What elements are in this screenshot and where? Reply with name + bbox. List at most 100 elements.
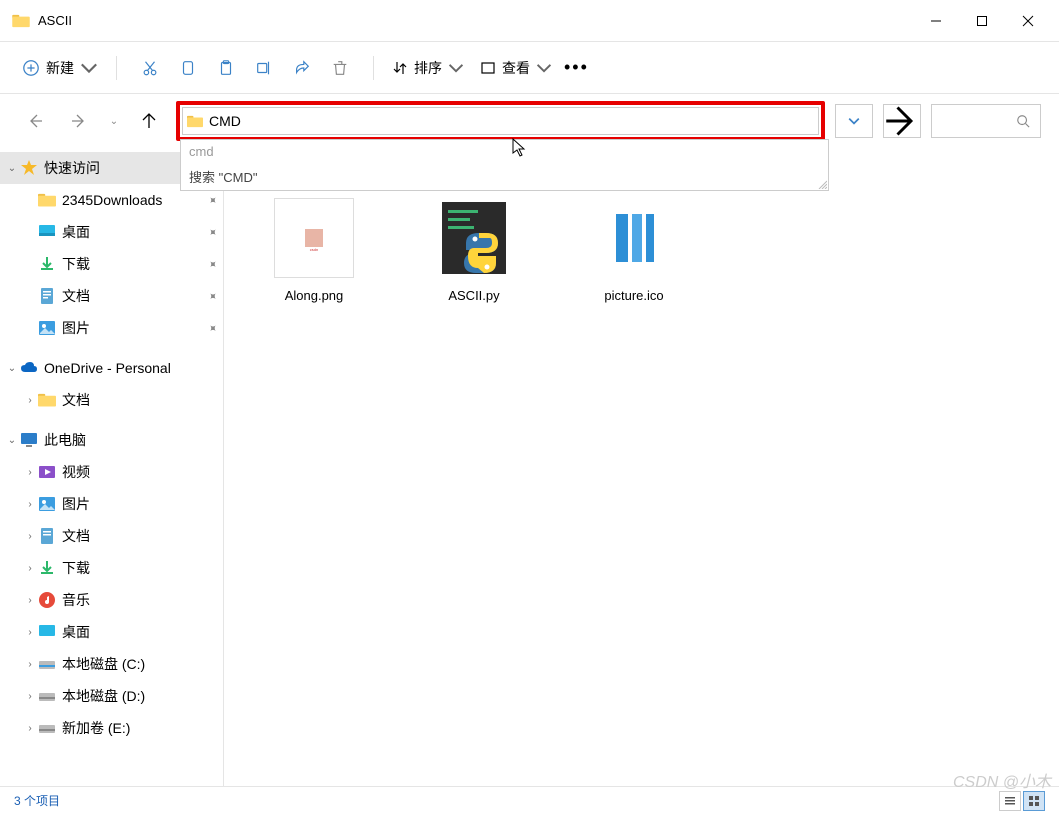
caret-right-icon: › bbox=[22, 499, 38, 510]
divider bbox=[116, 56, 117, 80]
tree-label: 图片 bbox=[62, 318, 208, 338]
tree-label: 文档 bbox=[62, 526, 217, 546]
details-view-button[interactable] bbox=[999, 791, 1021, 811]
address-dropdown-button[interactable] bbox=[835, 104, 873, 138]
history-dropdown[interactable]: ⌄ bbox=[106, 116, 122, 127]
copy-button[interactable] bbox=[169, 49, 207, 87]
tree-label: 图片 bbox=[62, 494, 217, 514]
sidebar-pc-pictures[interactable]: › 图片 bbox=[0, 488, 223, 520]
sidebar-videos[interactable]: › 视频 bbox=[0, 456, 223, 488]
caret-right-icon: › bbox=[22, 563, 38, 574]
clipboard-icon bbox=[217, 59, 235, 77]
tree-label: 桌面 bbox=[62, 622, 217, 642]
share-icon bbox=[293, 59, 311, 77]
window-title: ASCII bbox=[38, 13, 913, 28]
address-bar[interactable] bbox=[182, 107, 819, 135]
pictures-icon bbox=[38, 319, 56, 337]
tree-label: 下载 bbox=[62, 254, 208, 274]
sidebar-this-pc[interactable]: ⌄ 此电脑 bbox=[0, 424, 223, 456]
file-ascii-py[interactable]: ASCII.py bbox=[414, 198, 534, 303]
sidebar-onedrive[interactable]: ⌄ OneDrive - Personal bbox=[0, 352, 223, 384]
chevron-down-icon bbox=[80, 59, 98, 77]
sidebar-od-documents[interactable]: › 文档 bbox=[0, 384, 223, 416]
share-button[interactable] bbox=[283, 49, 321, 87]
arrow-right-icon bbox=[884, 103, 920, 139]
paste-button[interactable] bbox=[207, 49, 245, 87]
file-name: Along.png bbox=[254, 288, 374, 303]
tree-label: 新加卷 (E:) bbox=[62, 718, 217, 738]
sidebar-drive-e[interactable]: › 新加卷 (E:) bbox=[0, 712, 223, 744]
toolbar: 新建 排序 查看 ••• bbox=[0, 42, 1059, 94]
monitor-icon bbox=[20, 431, 38, 449]
view-label: 查看 bbox=[502, 58, 530, 78]
music-icon bbox=[38, 591, 56, 609]
sidebar-pictures[interactable]: 图片 ✦ bbox=[0, 312, 223, 344]
sidebar-documents[interactable]: 文档 ✦ bbox=[0, 280, 223, 312]
arrow-right-icon bbox=[71, 113, 87, 129]
sidebar-downloads[interactable]: 下载 ✦ bbox=[0, 248, 223, 280]
dropdown-item-search[interactable]: 搜索 "CMD" bbox=[181, 163, 828, 190]
caret-down-icon: ⌄ bbox=[4, 363, 20, 374]
download-icon bbox=[38, 559, 56, 577]
caret-right-icon: › bbox=[22, 395, 38, 406]
file-picture-ico[interactable]: picture.ico bbox=[574, 198, 694, 303]
address-bar-wrap: cmd 搜索 "CMD" bbox=[176, 101, 825, 141]
go-button[interactable] bbox=[883, 104, 921, 138]
tree-label: 文档 bbox=[62, 286, 208, 306]
chevron-down-icon bbox=[448, 60, 464, 76]
new-button[interactable]: 新建 bbox=[18, 54, 102, 82]
tree-label: 音乐 bbox=[62, 590, 217, 610]
address-input[interactable] bbox=[209, 113, 814, 129]
sidebar-desktop[interactable]: 桌面 ✦ bbox=[0, 216, 223, 248]
view-button[interactable]: 查看 bbox=[476, 54, 556, 82]
tree-label: OneDrive - Personal bbox=[44, 360, 217, 376]
tree-label: 下载 bbox=[62, 558, 217, 578]
sidebar-pc-downloads[interactable]: › 下载 bbox=[0, 552, 223, 584]
sort-icon bbox=[392, 60, 408, 76]
sidebar-pc-desktop[interactable]: › 桌面 bbox=[0, 616, 223, 648]
rename-button[interactable] bbox=[245, 49, 283, 87]
minimize-button[interactable] bbox=[913, 5, 959, 37]
resize-grip-icon bbox=[817, 179, 827, 189]
dropdown-item-cmd[interactable]: cmd bbox=[181, 140, 828, 163]
sidebar-pc-documents[interactable]: › 文档 bbox=[0, 520, 223, 552]
view-toggle bbox=[999, 791, 1045, 811]
close-button[interactable] bbox=[1005, 5, 1051, 37]
file-grid[interactable]: csdn Along.png ASCII.py picture.ico bbox=[224, 148, 1059, 786]
up-button[interactable] bbox=[132, 104, 166, 138]
desktop-icon bbox=[38, 223, 56, 241]
star-icon bbox=[20, 159, 38, 177]
cut-button[interactable] bbox=[131, 49, 169, 87]
caret-down-icon: ⌄ bbox=[4, 435, 20, 446]
sidebar-music[interactable]: › 音乐 bbox=[0, 584, 223, 616]
video-icon bbox=[38, 463, 56, 481]
more-button[interactable]: ••• bbox=[564, 57, 589, 78]
address-dropdown: cmd 搜索 "CMD" bbox=[180, 139, 829, 191]
forward-button[interactable] bbox=[62, 104, 96, 138]
back-button[interactable] bbox=[18, 104, 52, 138]
file-name: picture.ico bbox=[574, 288, 694, 303]
copy-icon bbox=[179, 59, 197, 77]
caret-right-icon: › bbox=[22, 723, 38, 734]
status-bar: 3 个项目 bbox=[0, 786, 1059, 814]
sidebar: ⌄ 快速访问 2345Downloads ✦ 桌面 ✦ 下载 ✦ 文档 ✦ 图片… bbox=[0, 148, 224, 786]
main: ⌄ 快速访问 2345Downloads ✦ 桌面 ✦ 下载 ✦ 文档 ✦ 图片… bbox=[0, 148, 1059, 786]
sidebar-drive-d[interactable]: › 本地磁盘 (D:) bbox=[0, 680, 223, 712]
arrow-left-icon bbox=[27, 113, 43, 129]
sort-label: 排序 bbox=[414, 58, 442, 78]
tree-label: 此电脑 bbox=[44, 430, 217, 450]
maximize-button[interactable] bbox=[959, 5, 1005, 37]
chevron-down-icon bbox=[536, 60, 552, 76]
file-along-png[interactable]: csdn Along.png bbox=[254, 198, 374, 303]
sidebar-drive-c[interactable]: › 本地磁盘 (C:) bbox=[0, 648, 223, 680]
delete-button[interactable] bbox=[321, 49, 359, 87]
search-box[interactable] bbox=[931, 104, 1041, 138]
drive-icon bbox=[38, 687, 56, 705]
tree-label: 2345Downloads bbox=[62, 192, 208, 208]
icons-view-button[interactable] bbox=[1023, 791, 1045, 811]
tree-label: 本地磁盘 (D:) bbox=[62, 686, 217, 706]
caret-right-icon: › bbox=[22, 691, 38, 702]
caret-right-icon: › bbox=[22, 659, 38, 670]
sort-button[interactable]: 排序 bbox=[388, 54, 468, 82]
rename-icon bbox=[255, 59, 273, 77]
